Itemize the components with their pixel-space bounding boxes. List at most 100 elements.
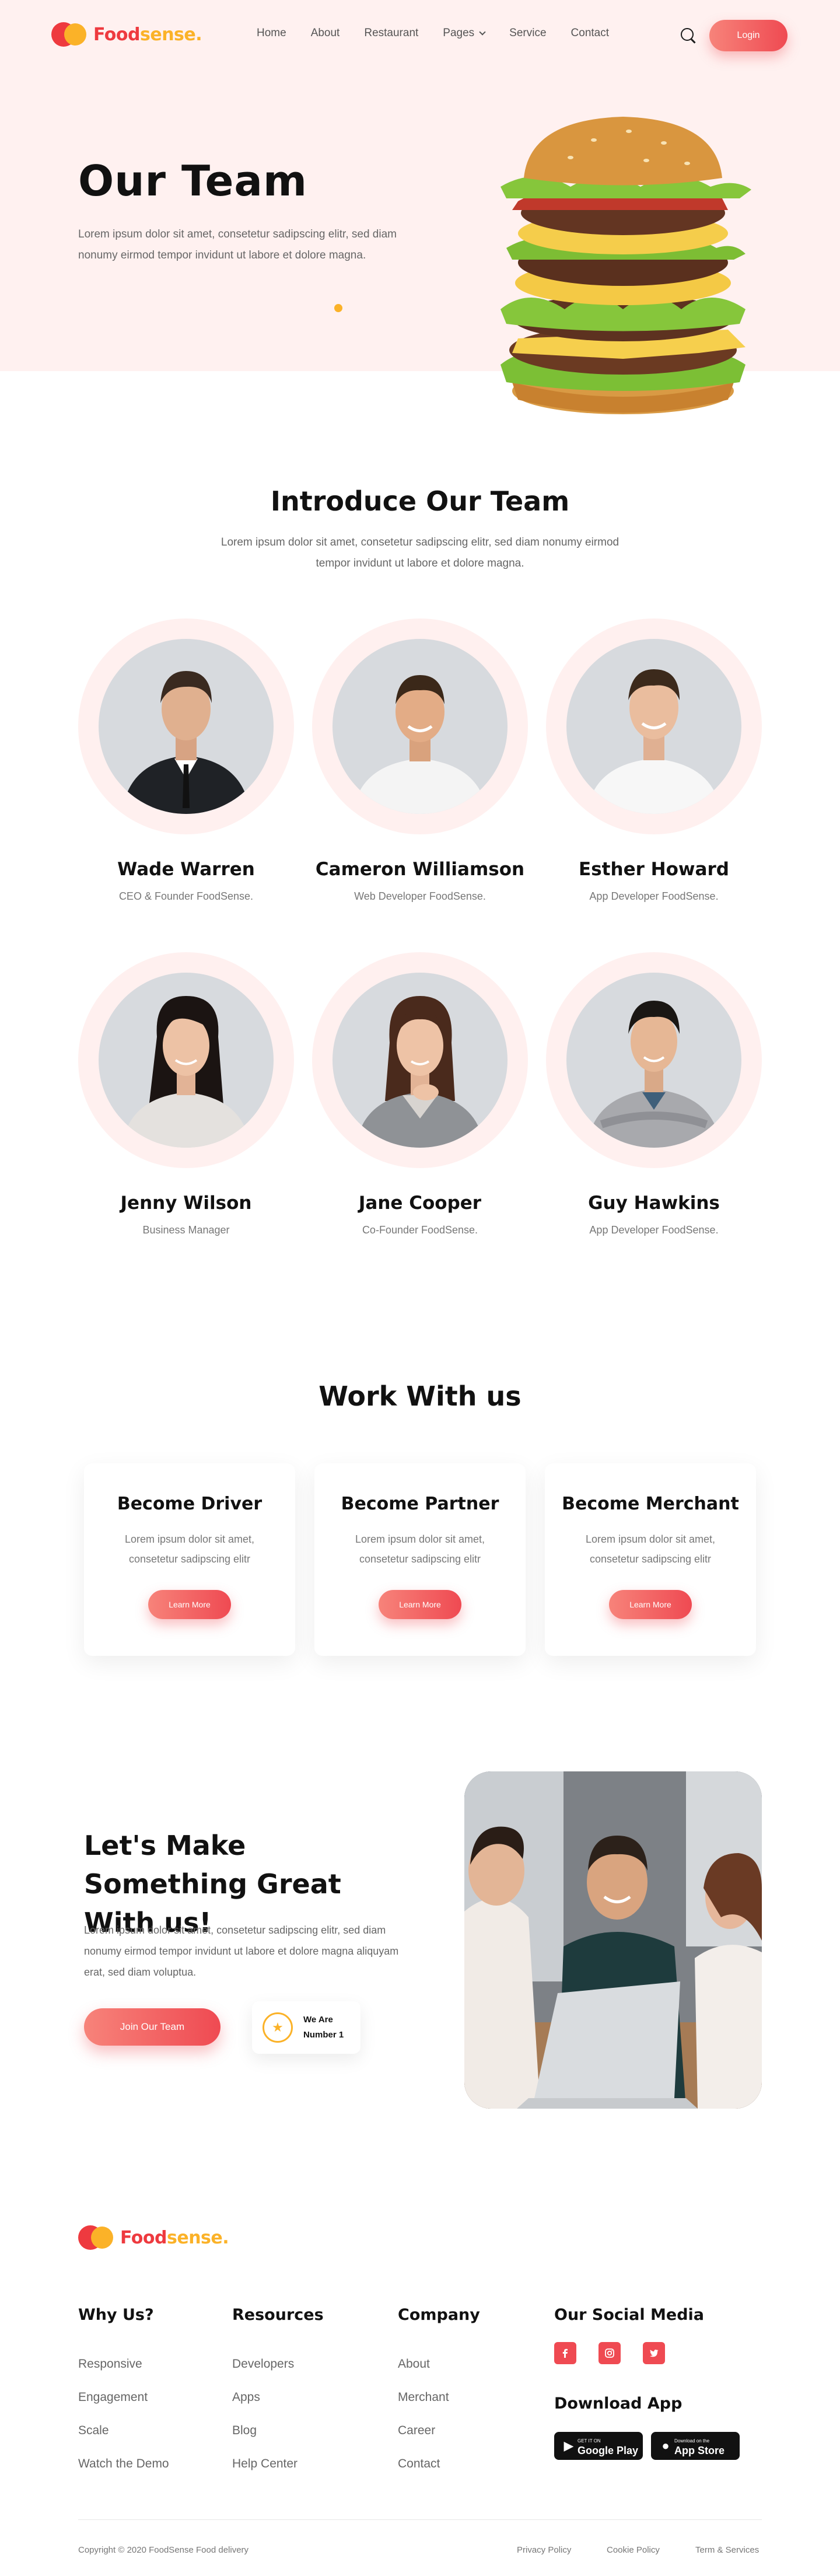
footer-link[interactable]: Merchant — [398, 2390, 449, 2404]
member-name: Esther Howard — [579, 859, 729, 880]
member-role: Co-Founder FoodSense. — [362, 1224, 478, 1236]
footer-divider — [78, 2519, 762, 2520]
team-member-card: Cameron Williamson Web Developer FoodSen… — [312, 618, 528, 903]
nav-about[interactable]: About — [311, 27, 340, 40]
copyright: Copyright © 2020 FoodSense Food delivery — [78, 2545, 249, 2555]
member-role: Business Manager — [142, 1224, 230, 1236]
apple-icon: ● — [662, 2438, 670, 2453]
footer-link[interactable]: Blog — [232, 2424, 257, 2438]
logo-mark-icon — [78, 2223, 113, 2252]
cookie-policy-link[interactable]: Cookie Policy — [607, 2545, 660, 2555]
member-photo — [99, 973, 274, 1148]
work-card-driver: Become Driver Lorem ipsum dolor sit amet… — [84, 1463, 295, 1656]
search-icon[interactable] — [681, 28, 694, 41]
terms-link[interactable]: Term & Services — [695, 2545, 759, 2555]
work-card-merchant: Become Merchant Lorem ipsum dolor sit am… — [545, 1463, 756, 1656]
brand-name-part2: sense. — [139, 24, 202, 45]
slider-dot[interactable] — [334, 304, 342, 312]
top-nav: Foodsense. Home About Restaurant Pages S… — [0, 0, 840, 70]
team-member-card: Jane Cooper Co-Founder FoodSense. — [312, 952, 528, 1236]
footer-col-title: Why Us? — [78, 2306, 154, 2324]
footer-link[interactable]: Help Center — [232, 2457, 298, 2471]
member-name: Wade Warren — [117, 859, 255, 880]
team-section-description: Lorem ipsum dolor sit amet, consetetur s… — [220, 536, 620, 569]
app-store-button[interactable]: ● Download on the App Store — [651, 2432, 740, 2460]
learn-more-button[interactable]: Learn More — [609, 1590, 692, 1619]
member-name: Jenny Wilson — [120, 1193, 252, 1214]
nav-pages[interactable]: Pages — [443, 27, 486, 40]
number-one-badge: ★ We Are Number 1 — [252, 2001, 360, 2054]
footer-col-title: Company — [398, 2306, 480, 2324]
badge-text: We Are Number 1 — [303, 2015, 344, 2040]
cta-description: Lorem ipsum dolor sit amet, consetetur s… — [84, 1924, 399, 1978]
team-member-card: Guy Hawkins App Developer FoodSense. — [546, 952, 762, 1236]
nav-pages-label: Pages — [443, 27, 475, 39]
member-role: CEO & Founder FoodSense. — [118, 890, 254, 902]
hero-description: Lorem ipsum dolor sit amet, consetetur s… — [78, 228, 397, 261]
brand-name-part1: Food — [93, 24, 140, 45]
team-section-title: Introduce Our Team — [270, 485, 570, 517]
member-role: App Developer FoodSense. — [589, 890, 719, 902]
chevron-down-icon — [479, 29, 486, 36]
download-title: Download App — [554, 2395, 682, 2413]
member-photo — [332, 639, 508, 814]
join-team-button[interactable]: Join Our Team — [84, 2008, 220, 2046]
nav-links: Home About Restaurant Pages Service Cont… — [257, 27, 634, 40]
app-store-big: App Store — [674, 2445, 725, 2456]
twitter-icon[interactable] — [643, 2342, 665, 2364]
member-photo — [566, 973, 741, 1148]
burger-image — [501, 117, 751, 414]
page: Foodsense. Home About Restaurant Pages S… — [0, 0, 840, 2576]
team-member-card: Jenny Wilson Business Manager — [78, 952, 294, 1236]
learn-more-button[interactable]: Learn More — [379, 1590, 461, 1619]
footer-link[interactable]: Responsive — [78, 2357, 142, 2371]
facebook-icon[interactable] — [554, 2342, 576, 2364]
member-photo — [566, 639, 741, 814]
work-card-description: Lorem ipsum dolor sit amet, consetetur s… — [355, 1533, 485, 1565]
work-card-title: Become Partner — [341, 1494, 499, 1514]
footer-link[interactable]: About — [398, 2357, 430, 2371]
brand-name-part2: sense. — [166, 2227, 229, 2248]
nav-home[interactable]: Home — [257, 27, 286, 40]
team-member-card: Wade Warren CEO & Founder FoodSense. — [78, 618, 294, 903]
nav-contact[interactable]: Contact — [571, 27, 609, 40]
footer-link[interactable]: Scale — [78, 2424, 109, 2438]
nav-restaurant[interactable]: Restaurant — [364, 27, 418, 40]
work-card-partner: Become Partner Lorem ipsum dolor sit ame… — [314, 1463, 526, 1656]
footer-link[interactable]: Developers — [232, 2357, 294, 2371]
play-store-icon: ▶ — [564, 2438, 574, 2453]
footer-link[interactable]: Career — [398, 2424, 435, 2438]
page-title: Our Team — [78, 156, 308, 205]
app-store-small: Download on the — [674, 2438, 710, 2444]
privacy-policy-link[interactable]: Privacy Policy — [517, 2545, 571, 2555]
team-member-card: Esther Howard App Developer FoodSense. — [546, 618, 762, 903]
footer-link[interactable]: Engagement — [78, 2390, 148, 2404]
nav-service[interactable]: Service — [509, 27, 546, 40]
google-play-button[interactable]: ▶ GET IT ON Google Play — [554, 2432, 643, 2460]
team-photo — [464, 1771, 762, 2109]
logo-mark-icon — [51, 20, 86, 49]
member-role: Web Developer FoodSense. — [354, 890, 486, 902]
login-button[interactable]: Login — [709, 20, 788, 51]
member-name: Guy Hawkins — [588, 1193, 720, 1214]
instagram-icon[interactable] — [598, 2342, 621, 2364]
member-role: App Developer FoodSense. — [589, 1224, 719, 1236]
learn-more-button[interactable]: Learn More — [148, 1590, 231, 1619]
work-card-description: Lorem ipsum dolor sit amet, consetetur s… — [585, 1533, 716, 1565]
footer-link[interactable]: Contact — [398, 2457, 440, 2471]
google-play-small: GET IT ON — [578, 2438, 601, 2444]
google-play-big: Google Play — [578, 2445, 639, 2456]
footer-col-title: Resources — [232, 2306, 324, 2324]
member-name: Jane Cooper — [358, 1193, 482, 1214]
member-photo — [99, 639, 274, 814]
member-photo — [332, 973, 508, 1148]
footer-logo[interactable]: Foodsense. — [78, 2223, 229, 2252]
work-section-title: Work With us — [318, 1380, 522, 1412]
member-name: Cameron Williamson — [315, 859, 525, 880]
footer-link[interactable]: Watch the Demo — [78, 2457, 169, 2471]
brand-logo[interactable]: Foodsense. — [51, 20, 202, 49]
brand-name-part1: Food — [120, 2227, 167, 2248]
footer-link[interactable]: Apps — [232, 2390, 260, 2404]
work-card-description: Lorem ipsum dolor sit amet, consetetur s… — [124, 1533, 255, 1565]
star-award-icon: ★ — [262, 2012, 293, 2043]
